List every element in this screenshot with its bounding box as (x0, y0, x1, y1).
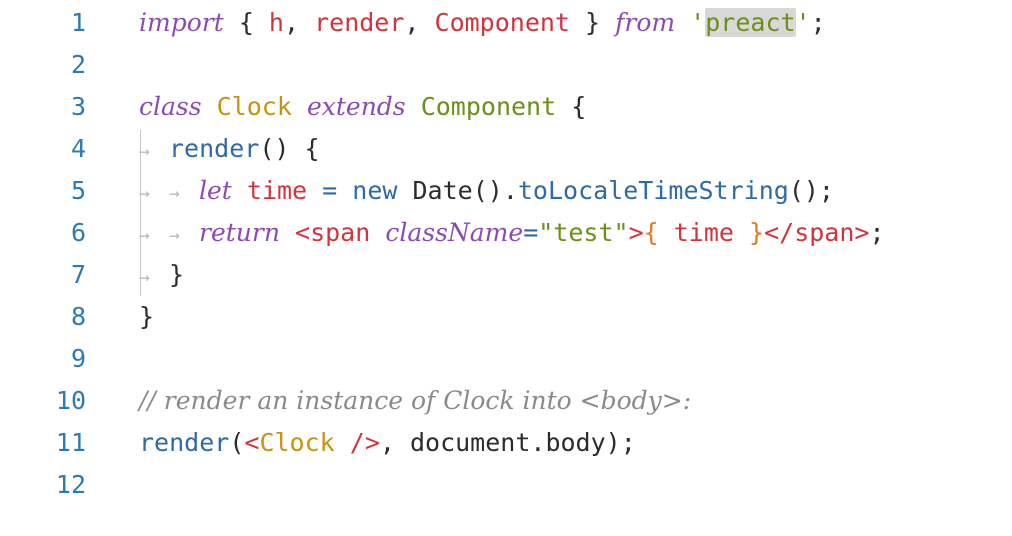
string-preact-highlight: preact (705, 8, 796, 37)
code-line-4[interactable]: → render() { (139, 128, 320, 170)
jsx-attribute-classname: className (385, 218, 524, 247)
tab-arrow-icon: → (139, 141, 150, 162)
jsx-expression-brace: { (643, 218, 659, 247)
punctuation: { (556, 92, 587, 121)
tab-arrow-icon: → (169, 183, 180, 204)
identifier-render: render (314, 8, 405, 37)
punctuation: , (404, 8, 435, 37)
code-line-1[interactable]: import { h, render, Component } from 'pr… (139, 2, 826, 44)
identifier-component: Component (434, 8, 570, 37)
keyword-import: import (139, 8, 224, 37)
code-line-5[interactable]: → → let time = new Date().toLocaleTimeStri… (139, 170, 834, 212)
keyword-from: from (615, 8, 676, 37)
punctuation: ( (229, 428, 245, 457)
code-line-10[interactable]: // render an instance of Clock into <bod… (139, 380, 691, 422)
tab-arrow-icon: → (139, 183, 150, 204)
date-call: Date() (412, 176, 503, 205)
jsx-tag-gt: > (628, 218, 644, 247)
punctuation: , (283, 8, 315, 37)
class-name-clock: Clock (216, 92, 292, 121)
tab-arrow-icon: → (169, 225, 180, 246)
code-comment: // render an instance of Clock into <bod… (139, 386, 692, 415)
code-line-11[interactable]: render(<Clock />, document.body); (139, 422, 636, 464)
method-tolocaletimestring: toLocaleTimeString (517, 176, 789, 205)
string-quote: ' (795, 8, 811, 37)
jsx-tag-lt: < (244, 428, 260, 457)
semicolon: ; (869, 218, 885, 247)
punctuation: , document.body); (379, 428, 636, 457)
superclass-component: Component (420, 92, 557, 121)
tab-arrow-icon: → (139, 225, 150, 246)
jsx-tag-span-open: <span (295, 218, 371, 247)
code-line-3[interactable]: class Clock extends Component { (139, 86, 586, 128)
keyword-let: let (199, 176, 232, 205)
method-render: render (169, 134, 260, 163)
punctuation: (); (788, 176, 834, 205)
keyword-class: class (139, 92, 202, 121)
identifier-h: h (268, 8, 284, 37)
code-editor[interactable]: 1 2 3 4 5 6 7 8 9 10 11 12 import { h, r… (0, 0, 1012, 536)
tab-arrow-icon: → (139, 267, 150, 288)
punctuation: } (139, 302, 155, 331)
keyword-extends: extends (306, 92, 406, 121)
keyword-new: new (352, 176, 398, 205)
punctuation: { (223, 8, 269, 37)
jsx-tag-selfclose: /> (349, 428, 380, 457)
identifier-time: time (673, 218, 734, 247)
code-area[interactable]: import { h, render, Component } from 'pr… (0, 0, 1012, 536)
jsx-tag-span-close: </span> (764, 218, 870, 247)
operator-equals: = (307, 176, 353, 205)
string-quote: ' (690, 8, 706, 37)
operator-equals: = (523, 218, 539, 247)
code-line-6[interactable]: → → return <span className="test">{ time }… (139, 212, 885, 254)
string-test: "test" (538, 218, 629, 247)
jsx-expression-brace: } (749, 218, 765, 247)
class-name-clock: Clock (259, 428, 335, 457)
code-line-7[interactable]: →} (139, 254, 184, 296)
function-render: render (139, 428, 230, 457)
punctuation: () { (259, 134, 320, 163)
code-line-8[interactable]: } (139, 296, 154, 338)
punctuation: . (502, 176, 518, 205)
punctuation: } (169, 260, 185, 289)
semicolon: ; (810, 8, 826, 37)
keyword-return: return (199, 218, 280, 247)
identifier-time: time (246, 176, 308, 205)
punctuation: } (569, 8, 616, 37)
